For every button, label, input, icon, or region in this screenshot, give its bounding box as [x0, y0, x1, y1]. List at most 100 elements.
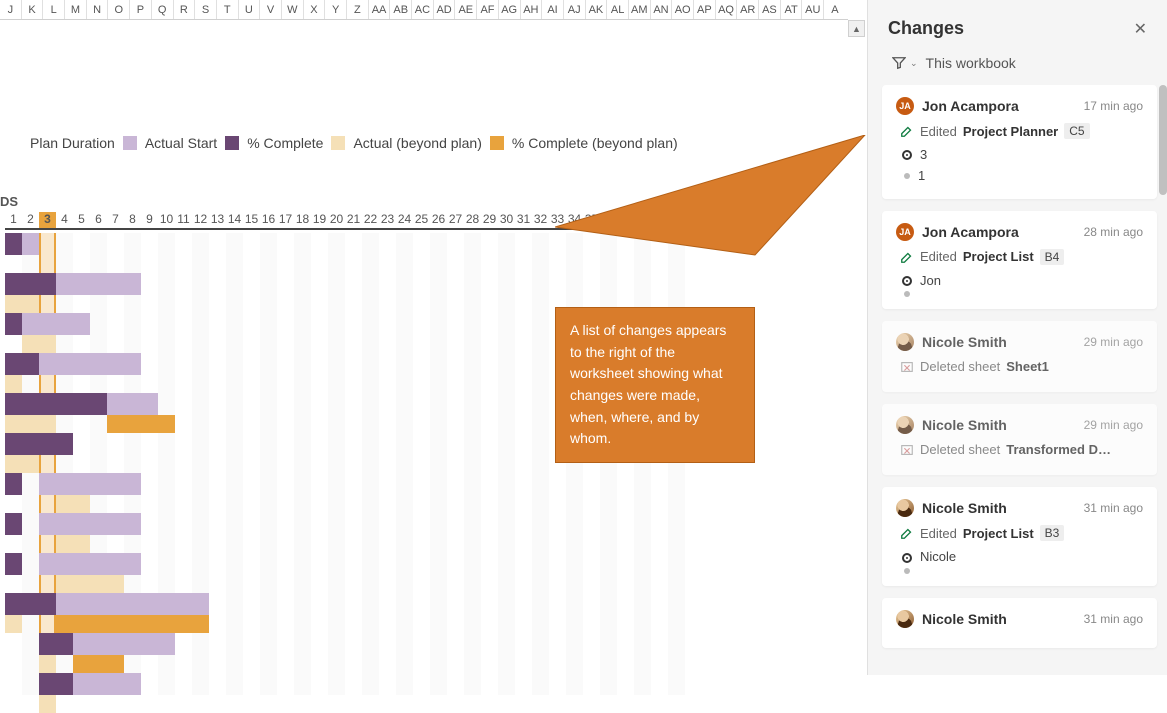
- timeline-tick[interactable]: 25: [413, 212, 430, 228]
- change-user-name: Nicole Smith: [922, 611, 1007, 627]
- timeline-tick[interactable]: 6: [90, 212, 107, 228]
- actual-bar: [5, 593, 56, 615]
- filter-row[interactable]: ⌄ This workbook: [868, 49, 1167, 85]
- changes-list[interactable]: JAJon Acampora17 min agoEditedProject Pl…: [868, 85, 1167, 675]
- timeline-tick[interactable]: 1: [5, 212, 22, 228]
- column-header[interactable]: AO: [672, 0, 694, 19]
- timeline-tick[interactable]: 11: [175, 212, 192, 228]
- timeline-tick[interactable]: 9: [141, 212, 158, 228]
- column-header[interactable]: Y: [325, 0, 347, 19]
- timeline-tick[interactable]: 30: [498, 212, 515, 228]
- column-header[interactable]: AQ: [716, 0, 738, 19]
- timeline-tick[interactable]: 3: [39, 212, 56, 228]
- timeline-tick[interactable]: 5: [73, 212, 90, 228]
- column-header[interactable]: U: [239, 0, 261, 19]
- column-header[interactable]: AN: [651, 0, 673, 19]
- new-value-row: Nicole: [902, 547, 1143, 568]
- timeline-tick[interactable]: 31: [515, 212, 532, 228]
- column-header[interactable]: X: [304, 0, 326, 19]
- column-header[interactable]: S: [195, 0, 217, 19]
- column-header[interactable]: Z: [347, 0, 369, 19]
- column-header[interactable]: AE: [455, 0, 477, 19]
- timeline-tick[interactable]: 8: [124, 212, 141, 228]
- worksheet-area[interactable]: Plan Duration Actual Start % Complete Ac…: [0, 20, 848, 675]
- scrollbar-track[interactable]: [1159, 85, 1167, 675]
- column-header[interactable]: AM: [629, 0, 651, 19]
- column-header[interactable]: AS: [759, 0, 781, 19]
- column-header[interactable]: T: [217, 0, 239, 19]
- timeline-tick[interactable]: 29: [481, 212, 498, 228]
- change-card[interactable]: Nicole Smith29 min agoDeleted sheetSheet…: [882, 321, 1157, 392]
- user-avatar: JA: [896, 97, 914, 115]
- change-card[interactable]: Nicole Smith29 min agoDeleted sheetTrans…: [882, 404, 1157, 475]
- column-header[interactable]: AF: [477, 0, 499, 19]
- filter-icon: [892, 56, 906, 70]
- timeline-tick[interactable]: 22: [362, 212, 379, 228]
- axis-label: DS: [0, 194, 18, 209]
- column-header[interactable]: AG: [499, 0, 521, 19]
- column-header[interactable]: AA: [369, 0, 391, 19]
- column-header[interactable]: AJ: [564, 0, 586, 19]
- timeline-tick[interactable]: 15: [243, 212, 260, 228]
- column-header[interactable]: Q: [152, 0, 174, 19]
- new-value: Nicole: [920, 547, 956, 568]
- column-header[interactable]: AC: [412, 0, 434, 19]
- column-header[interactable]: A: [824, 0, 846, 19]
- column-header[interactable]: P: [130, 0, 152, 19]
- gantt-row: [5, 473, 685, 495]
- column-header[interactable]: AD: [434, 0, 456, 19]
- column-header[interactable]: R: [174, 0, 196, 19]
- timeline-tick[interactable]: 10: [158, 212, 175, 228]
- timeline-tick[interactable]: 4: [56, 212, 73, 228]
- change-card[interactable]: JAJon Acampora28 min agoEditedProject Li…: [882, 211, 1157, 310]
- change-card[interactable]: Nicole Smith31 min agoEditedProject List…: [882, 487, 1157, 586]
- column-header[interactable]: AR: [737, 0, 759, 19]
- timeline-tick[interactable]: 26: [430, 212, 447, 228]
- close-panel-button[interactable]: ✕: [1134, 19, 1147, 39]
- timeline-tick[interactable]: 2: [22, 212, 39, 228]
- column-header[interactable]: AT: [781, 0, 803, 19]
- panel-title: Changes: [888, 18, 964, 39]
- column-header[interactable]: W: [282, 0, 304, 19]
- timeline-tick[interactable]: 17: [277, 212, 294, 228]
- timeline-tick[interactable]: 19: [311, 212, 328, 228]
- column-header[interactable]: M: [65, 0, 87, 19]
- timeline-tick[interactable]: 28: [464, 212, 481, 228]
- timeline-tick[interactable]: 14: [226, 212, 243, 228]
- changes-panel: Changes ✕ ⌄ This workbook JAJon Acampora…: [867, 0, 1167, 675]
- timeline-tick[interactable]: 24: [396, 212, 413, 228]
- change-card[interactable]: Nicole Smith31 min ago: [882, 598, 1157, 648]
- change-action-row: EditedProject ListB3: [900, 525, 1143, 541]
- column-header[interactable]: N: [87, 0, 109, 19]
- column-header[interactable]: V: [260, 0, 282, 19]
- column-header[interactable]: L: [43, 0, 65, 19]
- timeline-tick[interactable]: 27: [447, 212, 464, 228]
- timeline-tick[interactable]: 13: [209, 212, 226, 228]
- new-value-dot-icon: [902, 276, 912, 286]
- column-header[interactable]: K: [22, 0, 44, 19]
- change-card[interactable]: JAJon Acampora17 min agoEditedProject Pl…: [882, 85, 1157, 199]
- column-header[interactable]: AK: [586, 0, 608, 19]
- actual-bar: [5, 513, 22, 535]
- timeline-tick[interactable]: 32: [532, 212, 549, 228]
- scroll-up-button[interactable]: ▲: [848, 20, 865, 37]
- scrollbar-thumb[interactable]: [1159, 85, 1167, 195]
- timeline-tick[interactable]: 21: [345, 212, 362, 228]
- column-header[interactable]: AB: [390, 0, 412, 19]
- complete-bar: [22, 335, 56, 353]
- column-header[interactable]: J: [0, 0, 22, 19]
- timeline-tick[interactable]: 23: [379, 212, 396, 228]
- timeline-tick[interactable]: 20: [328, 212, 345, 228]
- column-header[interactable]: AI: [542, 0, 564, 19]
- column-header[interactable]: AL: [607, 0, 629, 19]
- column-header[interactable]: O: [108, 0, 130, 19]
- column-header[interactable]: AP: [694, 0, 716, 19]
- column-header[interactable]: AU: [802, 0, 824, 19]
- timeline-tick[interactable]: 12: [192, 212, 209, 228]
- complete-bar: [56, 495, 90, 513]
- column-header[interactable]: AH: [521, 0, 543, 19]
- timeline-tick[interactable]: 7: [107, 212, 124, 228]
- timeline-tick[interactable]: 16: [260, 212, 277, 228]
- callout-arrow-icon: [555, 135, 875, 315]
- timeline-tick[interactable]: 18: [294, 212, 311, 228]
